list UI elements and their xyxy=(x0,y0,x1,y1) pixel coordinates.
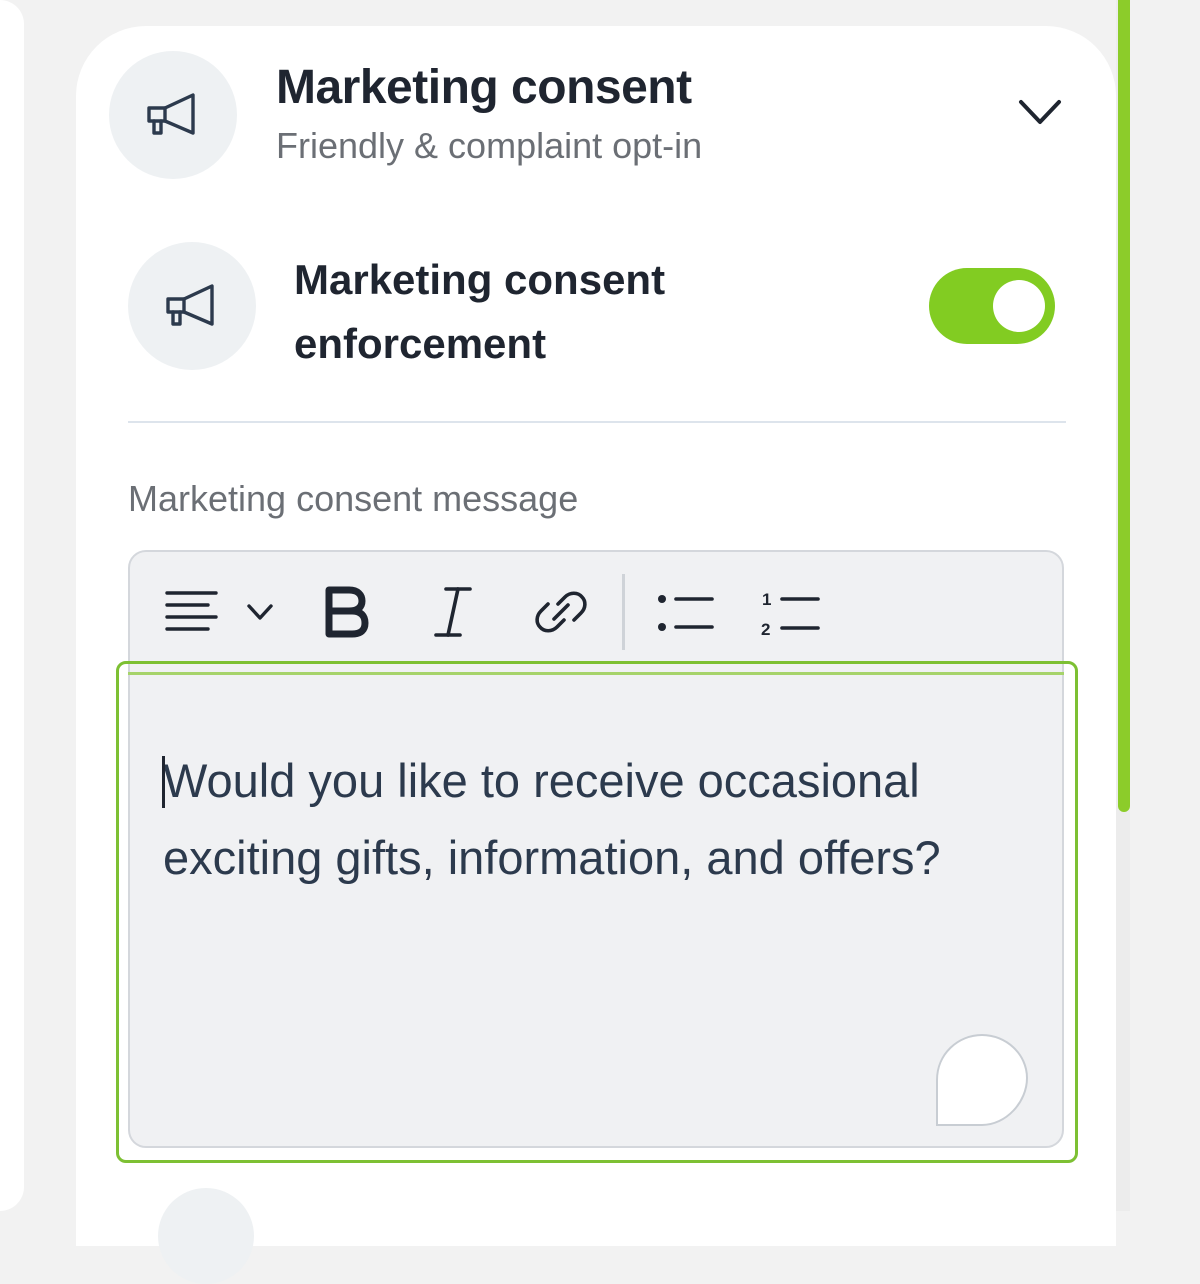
bold-button[interactable] xyxy=(318,584,374,640)
editor-focus-line xyxy=(128,672,1064,675)
scrollbar-thumb[interactable] xyxy=(1118,0,1130,812)
bullet-list-icon xyxy=(658,595,714,631)
svg-text:2: 2 xyxy=(761,620,770,639)
toggle-knob xyxy=(993,280,1045,332)
next-section-icon-circle xyxy=(158,1188,254,1284)
bold-icon xyxy=(325,586,369,638)
megaphone-icon xyxy=(166,284,214,326)
enforcement-label: Marketing consent enforcement xyxy=(294,256,666,367)
link-icon xyxy=(535,591,587,633)
header-icon-circle xyxy=(109,51,237,179)
right-gutter xyxy=(1130,0,1200,1211)
section-subtitle: Friendly & complaint opt-in xyxy=(276,125,703,166)
enforcement-icon-circle xyxy=(128,242,256,370)
toolbar-separator xyxy=(622,574,625,650)
align-button[interactable] xyxy=(164,588,220,636)
left-panel-edge xyxy=(0,0,24,1211)
chevron-down-icon xyxy=(247,604,273,620)
align-left-icon xyxy=(165,591,218,631)
chat-bubble-icon[interactable] xyxy=(934,1032,1030,1128)
bullet-list-button[interactable] xyxy=(654,590,716,636)
divider xyxy=(128,421,1066,423)
italic-icon xyxy=(434,587,472,637)
chevron-down-icon[interactable] xyxy=(1014,92,1066,132)
text-caret xyxy=(162,756,165,808)
align-dropdown-button[interactable] xyxy=(244,598,276,626)
svg-text:1: 1 xyxy=(762,590,771,609)
numbered-list-button[interactable]: 1 2 xyxy=(758,588,822,640)
italic-button[interactable] xyxy=(428,584,478,640)
message-field-label: Marketing consent message xyxy=(128,478,579,519)
section-title: Marketing consent xyxy=(276,61,692,114)
megaphone-icon xyxy=(147,93,195,135)
message-textarea[interactable]: Would you like to receive occasional exc… xyxy=(163,742,1043,896)
enforcement-toggle[interactable] xyxy=(929,268,1055,344)
numbered-list-icon: 1 2 xyxy=(761,590,820,639)
link-button[interactable] xyxy=(532,584,590,640)
